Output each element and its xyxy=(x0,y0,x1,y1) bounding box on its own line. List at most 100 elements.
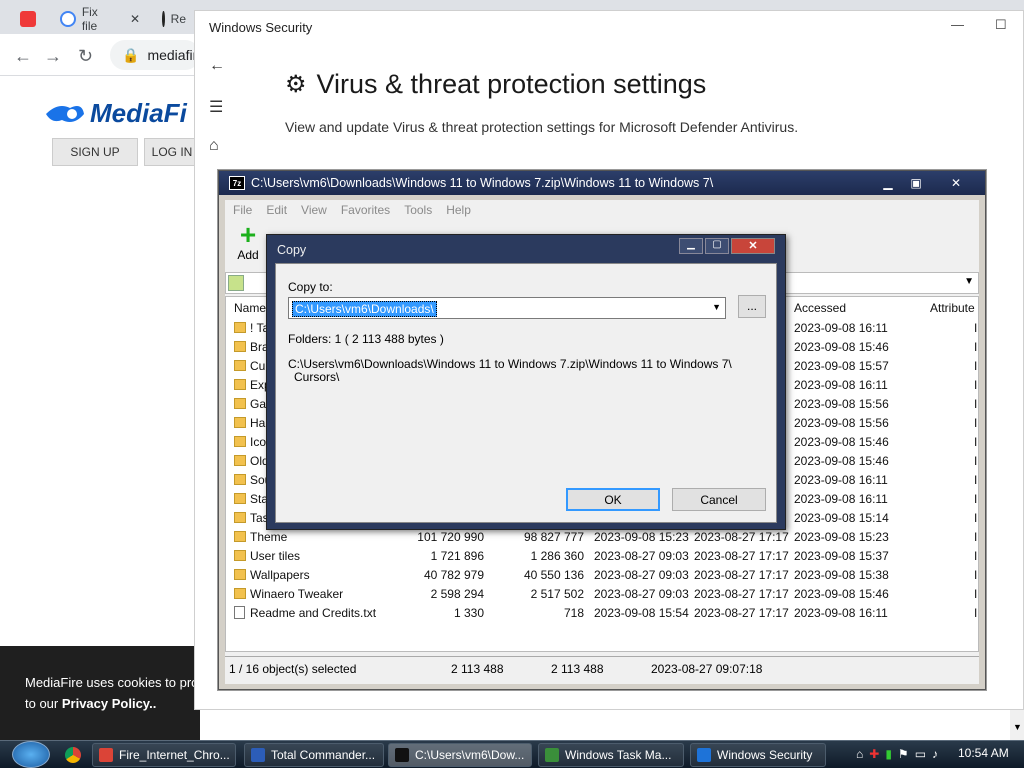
hamburger-menu-icon[interactable]: ☰ xyxy=(209,97,223,117)
file-accessed: 2023-09-08 15:46 xyxy=(794,435,889,449)
file-packed: 718 xyxy=(563,606,584,620)
browse-button[interactable]: ... xyxy=(738,295,766,318)
column-header-name[interactable]: Name xyxy=(234,301,266,315)
file-accessed: 2023-09-08 15:57 xyxy=(794,359,889,373)
file-row[interactable]: Winaero Tweaker 2 598 294 2 517 502 2023… xyxy=(226,584,978,603)
vivaldi-icon xyxy=(20,11,36,27)
close-icon[interactable]: ✕ xyxy=(130,12,140,26)
taskbar-item[interactable]: C:\Users\vm6\Dow... xyxy=(388,743,532,767)
taskbar-item[interactable]: Windows Task Ma... xyxy=(538,743,684,767)
start-button[interactable] xyxy=(12,741,50,768)
menu-file[interactable]: File xyxy=(233,203,252,217)
home-icon[interactable]: ⌂ xyxy=(209,137,219,155)
file-row[interactable]: Readme and Credits.txt 1 330 718 2023-09… xyxy=(226,603,978,622)
file-name: Theme xyxy=(250,530,288,544)
file-row[interactable]: User tiles 1 721 896 1 286 360 2023-08-2… xyxy=(226,546,978,565)
close-icon[interactable]: ✕ xyxy=(943,174,969,191)
file-created: 2023-08-27 17:17 xyxy=(694,530,789,544)
address-bar[interactable]: 🔒 mediafire xyxy=(110,40,205,70)
file-size: 1 721 896 xyxy=(430,549,484,563)
battery-icon[interactable]: ▮ xyxy=(885,747,892,761)
taskbar-item-label: Fire_Internet_Chro... xyxy=(119,748,230,762)
taskbar-item[interactable]: Fire_Internet_Chro... xyxy=(92,743,236,767)
log-in-button[interactable]: LOG IN xyxy=(144,138,200,166)
add-label: Add xyxy=(237,248,259,262)
status-date: 2023-08-27 09:07:18 xyxy=(651,662,763,676)
text-file-icon xyxy=(234,606,245,619)
folder-icon xyxy=(234,417,246,428)
cancel-button[interactable]: Cancel xyxy=(672,488,766,511)
ok-button[interactable]: OK xyxy=(566,488,660,511)
security-icon[interactable]: ✚ xyxy=(869,747,879,761)
chrome-tab-github[interactable]: Re xyxy=(154,4,194,34)
menu-edit[interactable]: Edit xyxy=(266,203,287,217)
path-value: C:\Users\vm6\Downloads\ xyxy=(292,301,437,317)
dropdown-arrow-icon[interactable]: ▼ xyxy=(712,302,721,312)
tab-label: Fix file xyxy=(81,5,98,33)
chrome-tab-vivaldi[interactable] xyxy=(12,4,46,34)
file-row[interactable]: Wallpapers 40 782 979 40 550 136 2023-08… xyxy=(226,565,978,584)
maximize-icon[interactable]: ▢ xyxy=(705,238,729,254)
sign-up-button[interactable]: SIGN UP xyxy=(52,138,138,166)
dropdown-arrow-icon[interactable]: ▼ xyxy=(964,276,974,287)
maximize-icon[interactable]: ☐ xyxy=(995,17,1007,33)
file-size: 1 330 xyxy=(453,606,484,620)
column-header-accessed[interactable]: Accessed xyxy=(794,301,846,315)
menu-help[interactable]: Help xyxy=(446,203,471,217)
cookie-text-3: .. xyxy=(149,696,157,711)
folder-icon xyxy=(234,588,246,599)
sevenzip-titlebar[interactable]: 7z C:\Users\vm6\Downloads\Windows 11 to … xyxy=(219,171,985,195)
menu-favorites[interactable]: Favorites xyxy=(341,203,390,217)
forward-arrow-icon[interactable]: → xyxy=(44,46,62,67)
minimize-icon[interactable]: ▁ xyxy=(875,174,901,191)
menu-bar: File Edit View Favorites Tools Help xyxy=(225,200,979,220)
menu-view[interactable]: View xyxy=(301,203,327,217)
clock[interactable]: 10:54 AM xyxy=(958,746,1009,760)
back-arrow-icon[interactable]: ← xyxy=(209,57,225,75)
back-arrow-icon[interactable]: ← xyxy=(14,46,32,67)
file-accessed: 2023-09-08 15:37 xyxy=(794,549,889,563)
mediafire-logo[interactable]: MediaFi xyxy=(44,98,187,129)
folder-icon xyxy=(234,398,246,409)
add-button[interactable]: + Add xyxy=(233,221,263,263)
close-icon[interactable]: ✕ xyxy=(731,238,775,254)
app-icon xyxy=(99,748,113,762)
folder-icon xyxy=(234,436,246,447)
taskbar-item-label: Windows Security xyxy=(717,748,813,762)
minimize-icon[interactable]: — xyxy=(951,17,964,32)
page-title-text: Virus & threat protection settings xyxy=(316,69,707,99)
volume-icon[interactable]: ♪ xyxy=(932,747,938,761)
status-selected: 1 / 16 object(s) selected xyxy=(229,662,357,676)
file-modified: 2023-08-27 09:03 xyxy=(594,568,689,582)
reload-icon[interactable]: ↻ xyxy=(78,46,93,67)
file-name: Readme and Credits.txt xyxy=(250,606,377,620)
attr-cell: I xyxy=(974,492,978,506)
display-icon[interactable]: ▭ xyxy=(915,747,926,761)
minimize-icon[interactable]: ▁ xyxy=(679,238,703,254)
github-icon xyxy=(162,11,165,27)
source-path-continued: Cursors\ xyxy=(294,370,340,384)
file-accessed: 2023-09-08 15:14 xyxy=(794,511,889,525)
file-accessed: 2023-09-08 15:56 xyxy=(794,416,889,430)
chrome-pinned-icon[interactable] xyxy=(62,743,84,767)
up-folder-icon[interactable] xyxy=(228,275,244,291)
network-icon[interactable]: ⌂ xyxy=(856,747,863,761)
folder-icon xyxy=(234,531,246,542)
column-header-attributes[interactable]: Attribute xyxy=(930,301,975,315)
app-icon xyxy=(251,748,265,762)
flag-icon[interactable]: ⚑ xyxy=(898,747,909,761)
privacy-policy-link[interactable]: Privacy Policy xyxy=(62,696,149,711)
maximize-icon[interactable]: ▣ xyxy=(903,174,929,191)
taskbar: Fire_Internet_Chro... Total Commander... C… xyxy=(0,740,1024,768)
taskbar-item[interactable]: Total Commander... xyxy=(244,743,384,767)
file-accessed: 2023-09-08 15:46 xyxy=(794,454,889,468)
taskbar-item-label: Windows Task Ma... xyxy=(565,748,672,762)
scroll-down-icon[interactable]: ▼ xyxy=(1013,722,1022,732)
destination-path-input[interactable]: C:\Users\vm6\Downloads\ ▼ xyxy=(288,297,726,319)
folder-icon xyxy=(234,322,246,333)
vertical-scrollbar[interactable]: ▼ xyxy=(1010,710,1024,740)
chrome-tab-fix-file[interactable]: Fix file ✕ xyxy=(52,4,148,34)
taskbar-item[interactable]: Windows Security xyxy=(690,743,826,767)
file-modified: 2023-08-27 09:03 xyxy=(594,587,689,601)
menu-tools[interactable]: Tools xyxy=(404,203,432,217)
